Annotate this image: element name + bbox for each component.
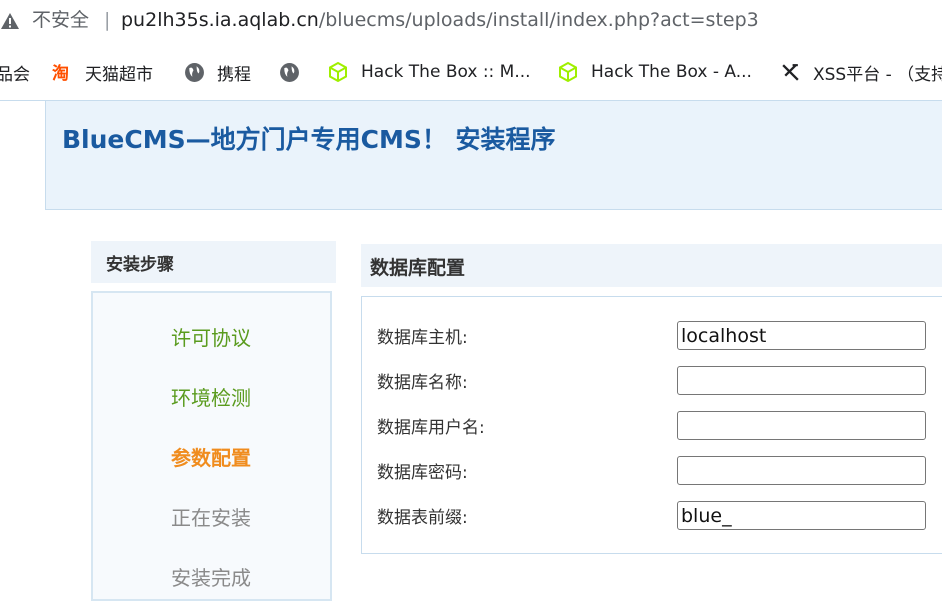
db-host-label: 数据库主机: xyxy=(377,328,468,348)
address-bar[interactable]: 不安全 | pu2lh35s.ia.aqlab.cn/bluecms/uploa… xyxy=(0,0,942,44)
globe-icon xyxy=(279,62,300,83)
bookmark-vip[interactable]: 品会 xyxy=(0,44,30,100)
bookmark-xss[interactable]: XSS平台 - （支持 xyxy=(780,44,942,100)
step-parameter-config: 参数配置 xyxy=(171,446,251,470)
bookmark-label: Hack The Box - A... xyxy=(591,62,752,82)
db-host-input[interactable] xyxy=(677,321,926,350)
bookmark-tmall[interactable]: 淘 天猫超市 xyxy=(52,44,153,100)
bookmark-label: Hack The Box :: M... xyxy=(361,62,531,82)
url-host: pu2lh35s.ia.aqlab.cn xyxy=(121,9,319,31)
bookmark-label: XSS平台 - （支持 xyxy=(813,64,942,85)
htb-cube-icon xyxy=(557,61,579,83)
table-prefix-input[interactable] xyxy=(677,501,926,530)
bookmarks-bar: 品会 淘 天猫超市 携程 Hack The Box:: M... Hack T… xyxy=(0,44,942,101)
taobao-icon: 淘 xyxy=(52,62,73,83)
db-user-input[interactable] xyxy=(677,411,926,440)
address-separator: | xyxy=(104,9,111,31)
url-text[interactable]: pu2lh35s.ia.aqlab.cn/bluecms/uploads/ins… xyxy=(121,6,759,34)
url-path: /bluecms/uploads/install/index.php?act=s… xyxy=(318,9,759,31)
db-password-input[interactable] xyxy=(677,456,926,485)
globe-icon xyxy=(184,62,205,83)
steps-heading: 安装步骤 xyxy=(91,241,336,283)
config-heading: 数据库配置 xyxy=(361,244,942,287)
warning-icon[interactable] xyxy=(0,11,20,31)
bookmark-htb-1[interactable]: Hack The Box :: M... xyxy=(327,44,531,100)
bookmark-label: 天猫超市 xyxy=(85,64,153,85)
bookmark-globe[interactable] xyxy=(279,44,312,100)
bookmark-label: 携程 xyxy=(217,64,251,85)
db-name-input[interactable] xyxy=(677,366,926,395)
table-prefix-label: 数据表前缀: xyxy=(377,508,468,528)
security-status[interactable]: 不安全 xyxy=(32,6,89,34)
svg-text:淘: 淘 xyxy=(52,63,69,83)
xss-icon xyxy=(780,62,801,83)
bookmark-ctrip[interactable]: 携程 xyxy=(184,44,251,100)
page-title: BlueCMS—地方门户专用CMS！ 安装程序 xyxy=(62,125,556,154)
db-password-label: 数据库密码: xyxy=(377,463,468,483)
db-user-label: 数据库用户名: xyxy=(377,418,485,438)
db-name-label: 数据库名称: xyxy=(377,373,468,393)
step-license: 许可协议 xyxy=(171,326,251,350)
htb-cube-icon xyxy=(327,61,349,83)
bookmark-label: 品会 xyxy=(0,64,30,85)
step-environment-check: 环境检测 xyxy=(171,386,251,410)
bookmark-htb-2[interactable]: Hack The Box - A... xyxy=(557,44,752,100)
step-installing: 正在安装 xyxy=(171,506,251,530)
step-complete: 安装完成 xyxy=(171,566,251,590)
